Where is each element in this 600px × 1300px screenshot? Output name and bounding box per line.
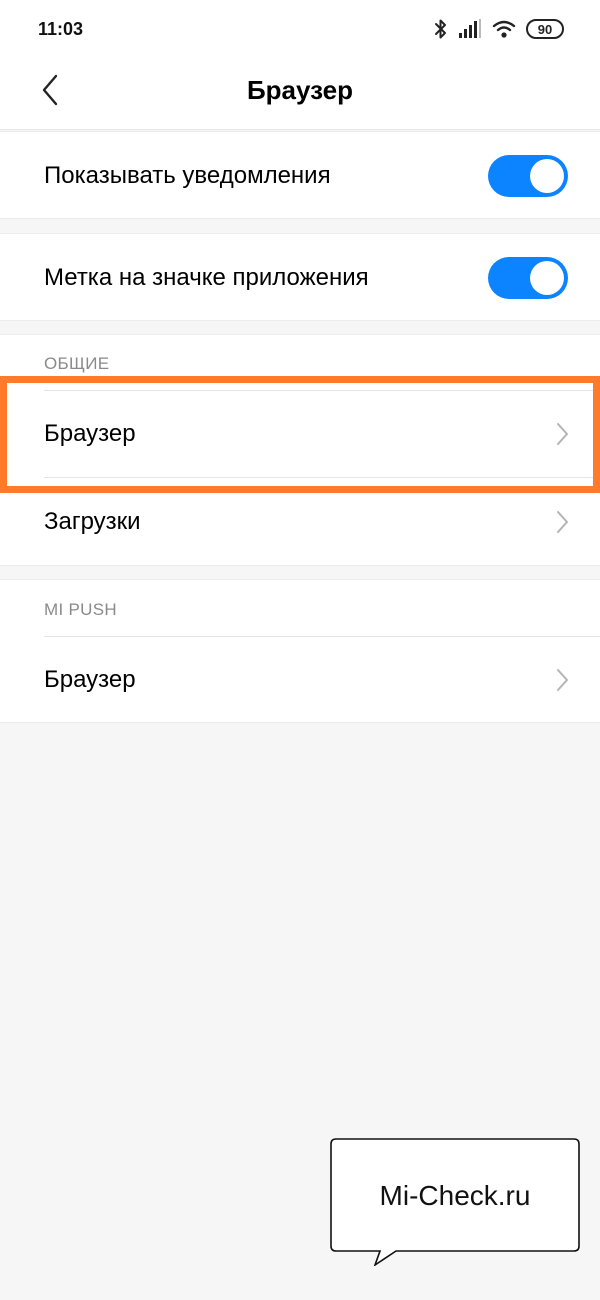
status-bar: 11:03 90	[0, 0, 600, 58]
mi-push-section-header: MI PUSH	[44, 600, 117, 619]
wifi-icon	[492, 20, 516, 38]
general-item-downloads[interactable]: Загрузки	[0, 478, 600, 566]
mi-push-item-browser-label: Браузер	[44, 666, 136, 693]
top-area: 11:03 90 Браузер	[0, 0, 600, 130]
watermark-bubble: Mi-Check.ru	[330, 1138, 580, 1266]
signal-icon	[459, 19, 481, 38]
general-item-downloads-label: Загрузки	[44, 508, 141, 535]
status-time: 11:03	[38, 19, 84, 39]
general-section: ОБЩИЕ Браузер Загрузки	[0, 334, 600, 566]
show-notifications-toggle[interactable]	[488, 155, 568, 197]
app-badge-toggle[interactable]	[488, 257, 568, 299]
show-notifications-label: Показывать уведомления	[44, 162, 331, 189]
nav-bar: Браузер	[0, 58, 600, 130]
status-icons: 90	[434, 17, 564, 41]
general-section-header: ОБЩИЕ	[44, 354, 110, 373]
toggle-knob	[530, 261, 564, 295]
mi-push-item-browser[interactable]: Браузер	[0, 637, 600, 723]
general-item-browser[interactable]: Браузер	[0, 391, 600, 477]
battery-icon: 90	[526, 19, 564, 39]
app-badge-label: Метка на значке приложения	[44, 264, 369, 291]
app-badge-card: Метка на значке приложения	[0, 233, 600, 321]
show-notifications-row[interactable]: Показывать уведомления	[0, 132, 600, 220]
general-item-browser-label: Браузер	[44, 420, 136, 447]
page-title: Браузер	[246, 75, 354, 105]
show-notifications-card: Показывать уведомления	[0, 131, 600, 219]
mi-push-section: MI PUSH Браузер	[0, 579, 600, 723]
battery-level: 90	[537, 21, 553, 37]
watermark-text: Mi-Check.ru	[379, 1180, 531, 1211]
bluetooth-icon	[435, 19, 446, 39]
app-badge-row[interactable]: Метка на значке приложения	[0, 234, 600, 322]
chevron-right-icon	[557, 511, 568, 533]
chevron-right-icon	[557, 423, 568, 445]
chevron-right-icon	[557, 669, 568, 691]
toggle-knob	[530, 159, 564, 193]
